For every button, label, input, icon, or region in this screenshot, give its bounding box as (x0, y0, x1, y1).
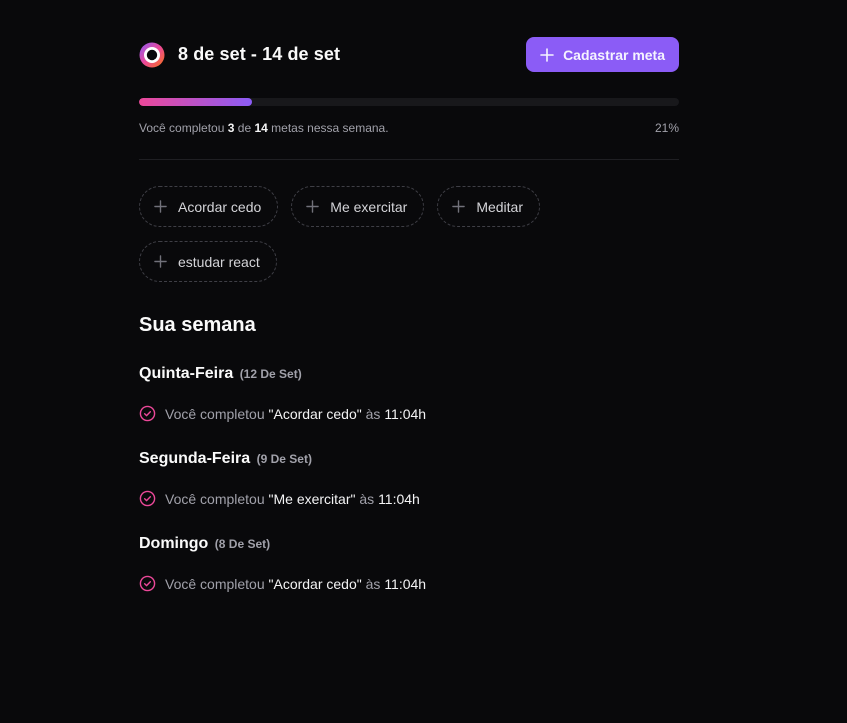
create-goal-label: Cadastrar meta (563, 46, 665, 63)
progress-text: Você completou 3 de 14 metas nessa seman… (139, 121, 389, 135)
progress-bar (139, 98, 679, 106)
entry-goal: "Acordar cedo" (268, 575, 362, 592)
goal-pill-label: Me exercitar (330, 198, 408, 215)
progress-total: 14 (254, 121, 268, 135)
plus-icon (452, 200, 466, 213)
goal-pill-label: Acordar cedo (178, 198, 262, 215)
entry-text: Você completou "Acordar cedo" às 11:04h (165, 406, 426, 422)
progress-prefix: Você completou (139, 121, 225, 135)
entry-connector: às (365, 405, 381, 422)
progress-completed: 3 (227, 121, 235, 135)
day-weekday: Quinta-Feira (139, 365, 234, 382)
goal-pill-me-exercitar[interactable]: Me exercitar (291, 186, 425, 227)
day-weekday: Segunda-Feira (139, 450, 251, 467)
plus-icon (154, 200, 167, 213)
plus-icon (540, 47, 554, 62)
day-section: Segunda-Feira (9 De Set) Você completou … (139, 450, 679, 507)
check-circle-icon (139, 490, 156, 507)
entry-connector: às (359, 490, 375, 507)
entry-prefix: Você completou (165, 490, 265, 507)
goal-pill-estudar-react[interactable]: estudar react (139, 241, 277, 282)
check-circle-icon (139, 405, 156, 422)
entry-time: 11:04h (384, 575, 427, 592)
entry-connector: às (365, 575, 381, 592)
create-goal-button[interactable]: Cadastrar meta (526, 37, 679, 72)
progress-connector: de (237, 121, 252, 135)
header-left: 8 de set - 14 de set (139, 42, 340, 68)
day-section: Quinta-Feira (12 De Set) Você completou … (139, 365, 679, 422)
week-range-title: 8 de set - 14 de set (178, 44, 341, 64)
entry-text: Você completou "Me exercitar" às 11:04h (165, 491, 420, 507)
entry-time: 11:04h (384, 405, 427, 422)
goal-pill-label: estudar react (178, 253, 260, 270)
ring-logo-icon (139, 42, 165, 67)
completion-entry: Você completou "Me exercitar" às 11:04h (139, 490, 679, 507)
entry-prefix: Você completou (165, 575, 265, 592)
completion-entry: Você completou "Acordar cedo" às 11:04h (139, 405, 679, 422)
plus-icon (306, 200, 320, 213)
day-heading: Quinta-Feira (12 De Set) (139, 365, 679, 383)
completion-entry: Você completou "Acordar cedo" às 11:04h (139, 575, 679, 592)
entry-goal: "Acordar cedo" (268, 405, 362, 422)
day-date: (12 De Set) (239, 367, 302, 381)
entry-prefix: Você completou (165, 405, 265, 422)
entry-goal: "Me exercitar" (268, 490, 356, 507)
day-section: Domingo (8 De Set) Você completou "Acord… (139, 535, 679, 592)
progress-fill (139, 98, 253, 106)
day-date: (9 De Set) (256, 452, 312, 466)
pending-goals-list: Acordar cedo Me exercitar Meditar estuda… (139, 186, 599, 282)
goal-pill-meditar[interactable]: Meditar (437, 186, 540, 227)
entry-time: 11:04h (378, 490, 420, 507)
goal-pill-label: Meditar (476, 198, 523, 215)
plus-icon (154, 255, 167, 268)
progress-percent: 21% (654, 121, 679, 135)
day-weekday: Domingo (139, 535, 209, 552)
check-circle-icon (139, 575, 156, 592)
header: 8 de set - 14 de set Cadastrar meta (139, 37, 679, 72)
app-container: 8 de set - 14 de set Cadastrar meta Você… (139, 37, 679, 592)
day-heading: Segunda-Feira (9 De Set) (139, 450, 679, 468)
day-date: (8 De Set) (214, 537, 271, 551)
goal-pill-acordar-cedo[interactable]: Acordar cedo (139, 186, 279, 227)
progress-suffix: metas nessa semana. (271, 121, 389, 135)
divider (139, 159, 679, 160)
week-summary-title: Sua semana (139, 314, 256, 336)
day-heading: Domingo (8 De Set) (139, 535, 679, 553)
entry-text: Você completou "Acordar cedo" às 11:04h (165, 576, 426, 592)
progress-info: Você completou 3 de 14 metas nessa seman… (139, 121, 679, 135)
